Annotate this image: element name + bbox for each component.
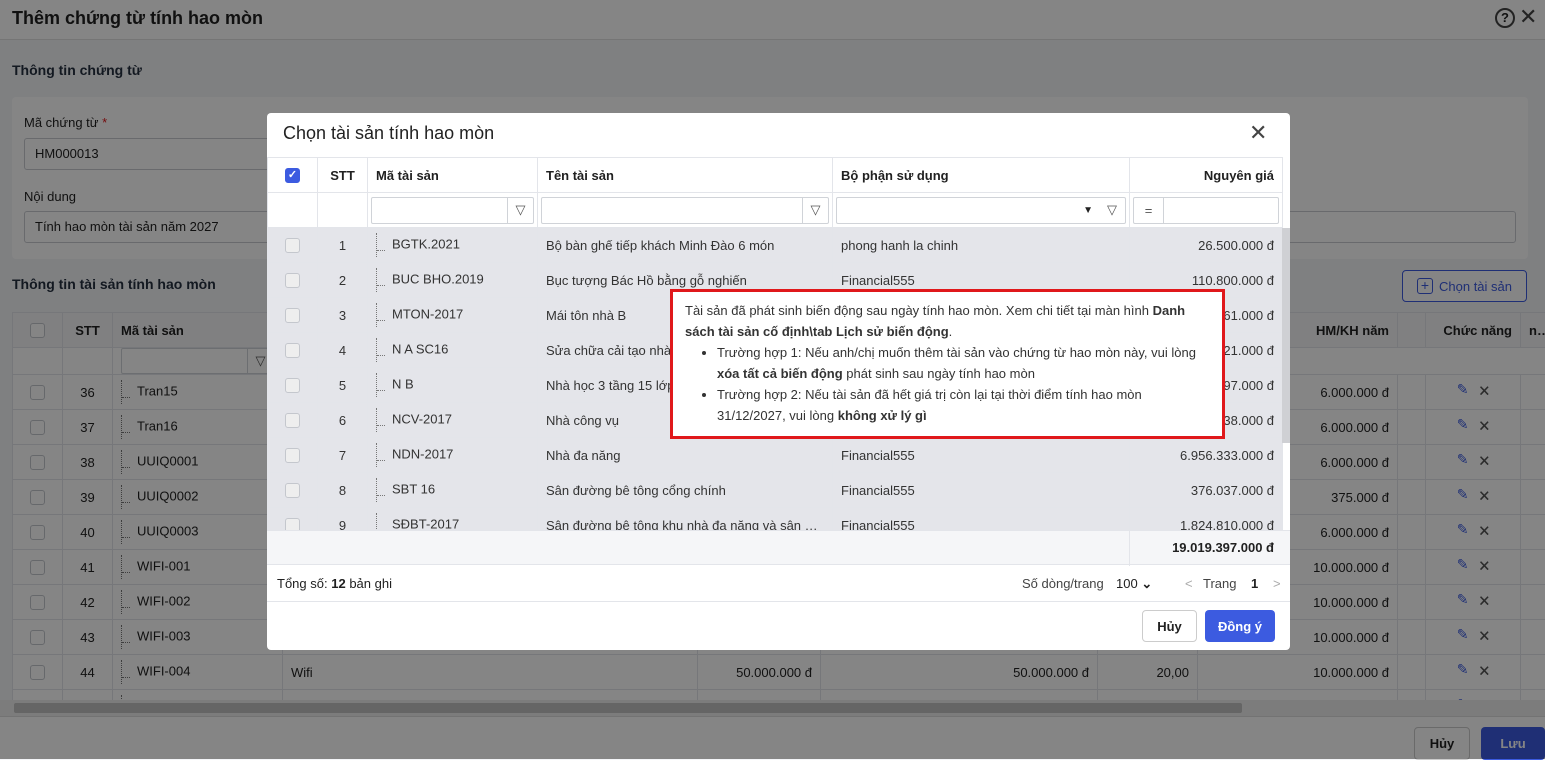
modal-ok-button[interactable]: Đồng ý [1205, 610, 1275, 642]
row-stt: 7 [318, 438, 368, 473]
filter-icon[interactable]: ▽ [1099, 198, 1125, 223]
modal-col-code: Mã tài sản [368, 158, 538, 193]
row-name: Nhà đa năng [538, 438, 833, 473]
row-stt: 1 [318, 228, 368, 263]
row-code: MTON-2017 [392, 306, 463, 321]
modal-col-name: Tên tài sản [538, 158, 833, 193]
modal-table-row[interactable]: 8 SBT 16 Sân đường bê tông cổng chính Fi… [268, 473, 1283, 508]
tree-line-icon [376, 338, 386, 362]
warning-tooltip: Tài sản đã phát sinh biến động sau ngày … [670, 289, 1225, 439]
modal-close-icon[interactable]: ✕ [1249, 120, 1267, 146]
page-size-label: Số dòng/trang [1022, 576, 1104, 591]
modal-total-row: 19.019.397.000 đ [267, 530, 1290, 565]
row-checkbox[interactable] [285, 273, 300, 288]
row-code: N A SC16 [392, 341, 448, 356]
modal-col-stt: STT [318, 158, 368, 193]
row-code: N B [392, 376, 414, 391]
prev-page-icon[interactable]: < [1185, 576, 1193, 591]
row-checkbox[interactable] [285, 378, 300, 393]
modal-title: Chọn tài sản tính hao mòn [283, 123, 494, 144]
modal-cost-filter[interactable]: = [1133, 197, 1279, 224]
tree-line-icon [376, 268, 386, 292]
row-stt: 3 [318, 298, 368, 333]
current-page: 1 [1251, 576, 1258, 591]
row-checkbox[interactable] [285, 308, 300, 323]
modal-code-filter[interactable]: ▽ [371, 197, 534, 224]
row-name: Sân đường bê tông cổng chính [538, 473, 833, 508]
row-cost: 376.037.000 đ [1130, 473, 1283, 508]
filter-icon[interactable]: ▽ [507, 198, 533, 223]
row-dept: Financial555 [833, 438, 1130, 473]
row-stt: 8 [318, 473, 368, 508]
modal-col-dept: Bộ phận sử dụng [833, 158, 1130, 193]
next-page-icon[interactable]: > [1273, 576, 1281, 591]
filter-icon[interactable]: ▽ [802, 198, 828, 223]
operator-select[interactable]: = [1134, 198, 1164, 223]
row-code: SBT 16 [392, 481, 435, 496]
modal-dept-filter[interactable]: ▼▽ [836, 197, 1126, 224]
modal-table-row[interactable]: 7 NDN-2017 Nhà đa năng Financial555 6.95… [268, 438, 1283, 473]
record-count: Tổng số: 12 bản ghi [277, 576, 392, 591]
row-code: NCV-2017 [392, 411, 452, 426]
tree-line-icon [376, 303, 386, 327]
row-stt: 4 [318, 333, 368, 368]
modal-select-all-checkbox[interactable]: ✓ [285, 168, 300, 183]
row-code: BGTK.2021 [392, 236, 460, 251]
dropdown-caret-icon[interactable]: ▼ [1083, 205, 1093, 216]
row-dept: Financial555 [833, 473, 1130, 508]
row-dept: phong hanh la chinh [833, 228, 1130, 263]
row-name: Bộ bàn ghế tiếp khách Minh Đào 6 món [538, 228, 833, 263]
tree-line-icon [376, 233, 386, 257]
page-size-select[interactable]: 100 ⌄ [1116, 576, 1152, 592]
row-cost: 6.956.333.000 đ [1130, 438, 1283, 473]
total-cost: 19.019.397.000 đ [1129, 531, 1282, 566]
row-checkbox[interactable] [285, 413, 300, 428]
page-label: Trang [1203, 576, 1236, 591]
row-stt: 2 [318, 263, 368, 298]
row-checkbox[interactable] [285, 343, 300, 358]
row-code: BUC BHO.2019 [392, 271, 484, 286]
tree-line-icon [376, 478, 386, 502]
row-code: NDN-2017 [392, 446, 453, 461]
tree-line-icon [376, 373, 386, 397]
tooltip-case-2: Trường hợp 2: Nếu tài sản đã hết giá trị… [717, 384, 1210, 426]
row-checkbox[interactable] [285, 238, 300, 253]
row-stt: 6 [318, 403, 368, 438]
row-stt: 5 [318, 368, 368, 403]
row-checkbox[interactable] [285, 483, 300, 498]
modal-name-filter[interactable]: ▽ [541, 197, 829, 224]
row-cost: 26.500.000 đ [1130, 228, 1283, 263]
tooltip-case-1: Trường hợp 1: Nếu anh/chị muốn thêm tài … [717, 342, 1210, 384]
modal-table-row[interactable]: 1 BGTK.2021 Bộ bàn ghế tiếp khách Minh Đ… [268, 228, 1283, 263]
chevron-down-icon: ⌄ [1141, 576, 1152, 591]
tree-line-icon [376, 408, 386, 432]
row-checkbox[interactable] [285, 448, 300, 463]
tree-line-icon [376, 443, 386, 467]
modal-cancel-button[interactable]: Hủy [1142, 610, 1197, 642]
modal-col-cost: Nguyên giá [1130, 158, 1283, 193]
modal-vertical-scrollbar[interactable] [1282, 228, 1290, 443]
